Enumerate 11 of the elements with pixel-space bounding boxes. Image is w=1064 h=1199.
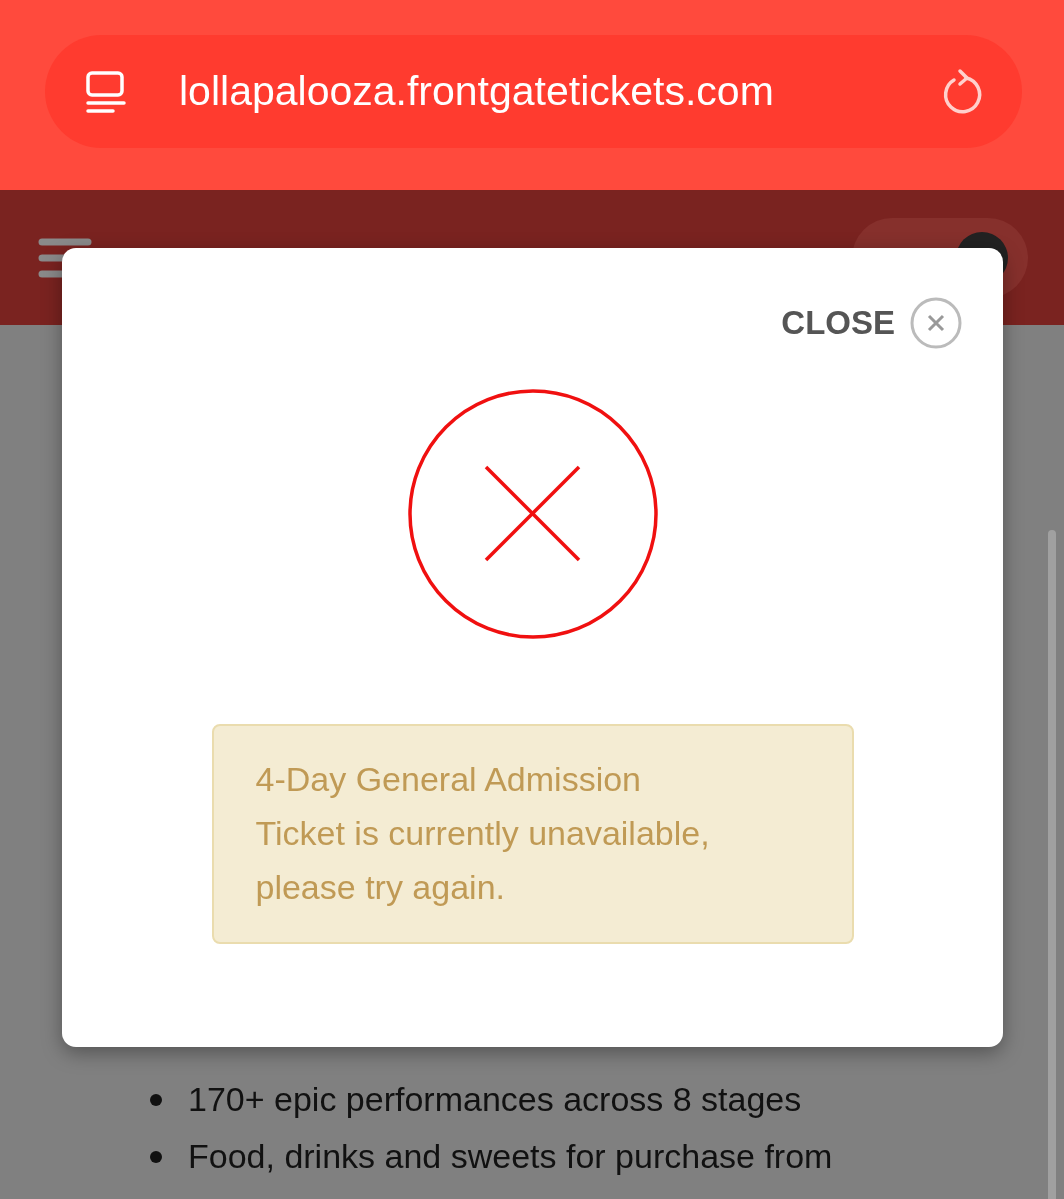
close-icon bbox=[909, 296, 963, 350]
close-button[interactable]: CLOSE bbox=[781, 296, 963, 350]
error-icon bbox=[406, 388, 659, 640]
bullet-icon bbox=[150, 1093, 162, 1106]
error-message: 4-Day General Admission Ticket is currently unavailable, please try again. bbox=[211, 724, 854, 944]
reader-icon[interactable] bbox=[83, 68, 129, 115]
url-text[interactable]: lollapalooza.frontgatetickets.com bbox=[179, 68, 890, 115]
list-item-text: 170+ epic performances across 8 stages bbox=[188, 1080, 802, 1119]
bullet-icon bbox=[150, 1150, 162, 1163]
scrollbar[interactable] bbox=[1048, 530, 1056, 1199]
list-item-text: Food, drinks and sweets for purchase from bbox=[188, 1137, 833, 1176]
